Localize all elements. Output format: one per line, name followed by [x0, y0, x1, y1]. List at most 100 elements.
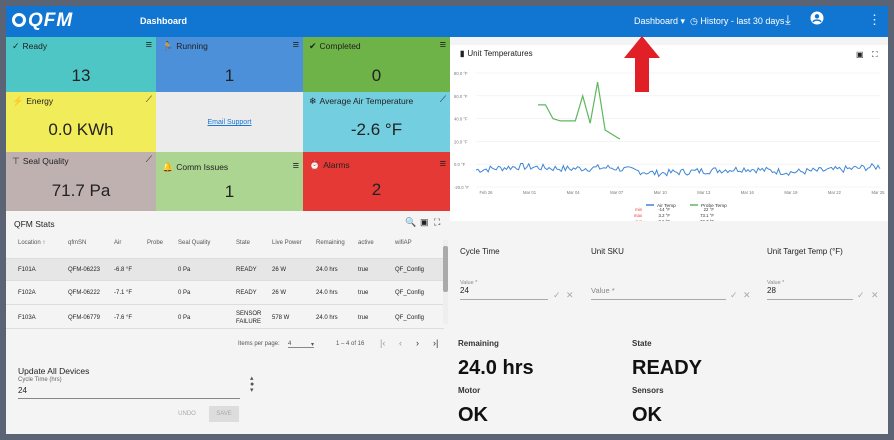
seal-icon: ⊤: [12, 156, 20, 166]
tile-energy[interactable]: ⚡ Energy ⟋ 0.0 KWh: [6, 92, 156, 152]
menu-icon[interactable]: ≡: [440, 39, 446, 51]
cell-remaining: 24.0 hrs: [316, 267, 338, 273]
table-row[interactable]: F103A QFM-06779 -7.6 °F 0 Pa SENSOR FAIL…: [6, 306, 444, 329]
column-header[interactable]: State: [236, 240, 250, 246]
table-row[interactable]: F102A QFM-06222 -7.1 °F 0 Pa READY 26 W …: [6, 282, 444, 305]
cancel-icon[interactable]: ✕: [566, 290, 574, 301]
column-header[interactable]: Air: [114, 240, 121, 246]
table-scrollbar[interactable]: [443, 240, 448, 324]
last-page-icon[interactable]: ›|: [433, 338, 438, 348]
x-tick-label: Mar 19: [784, 190, 798, 195]
more-vert-icon[interactable]: ⋮: [868, 12, 881, 28]
email-support-link[interactable]: Email Support: [156, 119, 303, 126]
tile-alarms[interactable]: ⏰ Alarms ≡ 2: [303, 152, 450, 211]
update-all-title: Update All Devices: [18, 366, 90, 376]
state-label: State: [632, 339, 652, 348]
table-row[interactable]: F101A QFM-06223 -6.8 °F 0 Pa READY 26 W …: [6, 258, 444, 281]
next-page-icon[interactable]: ›: [416, 338, 419, 348]
tile-comm-issues[interactable]: 🔔 Comm Issues ≡ 1: [156, 152, 303, 211]
fullscreen-icon[interactable]: ⛶: [434, 217, 440, 228]
column-header[interactable]: Probe: [147, 240, 163, 246]
sensors-label: Sensors: [632, 386, 664, 395]
trend-icon[interactable]: ⟋: [440, 94, 446, 105]
cycle-time-input[interactable]: 24: [460, 286, 548, 300]
cycle-time-input[interactable]: 24: [18, 385, 240, 399]
confirm-icon[interactable]: ✓: [857, 290, 865, 301]
history-button[interactable]: ◷ History - last 30 days: [690, 16, 784, 27]
column-header[interactable]: Live Power: [272, 240, 302, 246]
tile-seal-quality[interactable]: ⊤ Seal Quality ⟋ 71.7 Pa: [6, 152, 156, 211]
unit-sku-input[interactable]: Value *: [591, 286, 726, 300]
tile-ready[interactable]: ✓ Ready ≡ 13: [6, 37, 156, 92]
undo-button[interactable]: UNDO: [172, 406, 202, 422]
cell-wifi: QF_Config: [395, 290, 425, 296]
tile-completed[interactable]: ✔ Completed ≡ 0: [303, 37, 450, 92]
export-icon[interactable]: ▣: [420, 217, 429, 228]
tile-seal-value: 71.7 Pa: [51, 181, 111, 200]
column-header[interactable]: Seal Quality: [178, 240, 210, 246]
items-per-page-select[interactable]: 4 ▾: [288, 341, 314, 348]
prev-page-icon[interactable]: ‹: [399, 338, 402, 348]
snowflake-icon: ❄: [309, 96, 317, 106]
cell-sn: QFM-06222: [68, 290, 101, 296]
x-tick-label: Mar 16: [741, 190, 755, 195]
done-all-icon: ✔: [309, 41, 317, 51]
x-tick-label: Mar 07: [610, 190, 624, 195]
run-icon: 🏃: [162, 41, 174, 51]
annotation-arrow: [624, 36, 660, 92]
history-label: History - last 30 days: [700, 16, 785, 26]
trend-icon[interactable]: ⟋: [146, 154, 152, 165]
menu-icon[interactable]: ≡: [293, 160, 299, 172]
column-header[interactable]: active: [358, 240, 374, 246]
sensors-value: OK: [632, 404, 662, 426]
temperature-chart: 80.0 °F 60.0 °F 40.0 °F 20.0 °F 0.0 °F -20.0 …: [454, 71, 885, 221]
cancel-icon[interactable]: ✕: [743, 290, 751, 301]
stat-value: -14 °F: [658, 207, 670, 212]
confirm-icon[interactable]: ✓: [730, 290, 738, 301]
y-tick-label: 80.0 °F: [454, 71, 468, 76]
menu-icon[interactable]: ≡: [440, 158, 446, 170]
cell-state: SENSOR FAILURE: [236, 311, 262, 325]
column-header[interactable]: qfmSN: [68, 240, 86, 246]
device-detail-panel: Cycle Time Unit SKU Unit Target Temp (°F…: [450, 221, 888, 434]
column-header[interactable]: Remaining: [316, 240, 345, 246]
cell-wifi: QF_Config: [395, 267, 425, 273]
account-icon[interactable]: [810, 11, 824, 28]
tile-energy-value: 0.0 KWh: [48, 120, 114, 139]
first-page-icon[interactable]: |‹: [380, 338, 385, 348]
cell-state: READY: [236, 267, 257, 273]
app-logo[interactable]: QFM: [12, 10, 73, 32]
tile-completed-value: 0: [371, 66, 382, 85]
trend-icon[interactable]: ⟋: [146, 94, 152, 105]
download-icon[interactable]: ⤓: [785, 12, 791, 28]
unit-sku-placeholder: Value *: [591, 286, 615, 295]
cancel-icon[interactable]: ✕: [871, 290, 879, 301]
x-tick-label: Mar 04: [567, 190, 581, 195]
menu-icon[interactable]: ≡: [293, 39, 299, 51]
column-header[interactable]: wifiAP: [395, 240, 412, 246]
column-header[interactable]: Location ↑: [18, 240, 45, 246]
tile-average-air-temp[interactable]: ❄ Average Air Temperature ⟋ -2.6 °F: [303, 92, 450, 152]
menu-icon[interactable]: ≡: [146, 39, 152, 51]
stepper-icon[interactable]: ▴ ● ▾: [250, 375, 254, 394]
y-tick-label: 60.0 °F: [454, 94, 468, 99]
items-per-page-value: 4: [288, 341, 292, 347]
x-tick-label: Mar 01: [523, 190, 537, 195]
search-icon[interactable]: 🔍: [405, 217, 416, 228]
dashboard-menu-button[interactable]: Dashboard ▾: [634, 16, 685, 27]
cell-wifi: QF_Config: [395, 315, 425, 321]
stat-value: 73.1 °F: [700, 213, 714, 218]
tile-running[interactable]: 🏃 Running ≡ 1: [156, 37, 303, 92]
tile-energy-label: Energy: [26, 96, 54, 106]
tile-ready-label: Ready: [22, 41, 48, 51]
scrollbar-thumb[interactable]: [443, 246, 448, 292]
target-temp-input[interactable]: 28: [767, 286, 853, 300]
stats-title: QFM Stats: [14, 219, 55, 229]
confirm-icon[interactable]: ✓: [553, 290, 561, 301]
caret-down-icon: ▾: [680, 16, 686, 26]
unit-sku-label: Unit SKU: [591, 247, 624, 256]
save-button[interactable]: SAVE: [209, 406, 239, 422]
tile-alarms-label: Alarms: [323, 160, 350, 170]
tile-seal-label: Seal Quality: [22, 156, 69, 166]
x-tick-label: Mar 25: [871, 190, 885, 195]
